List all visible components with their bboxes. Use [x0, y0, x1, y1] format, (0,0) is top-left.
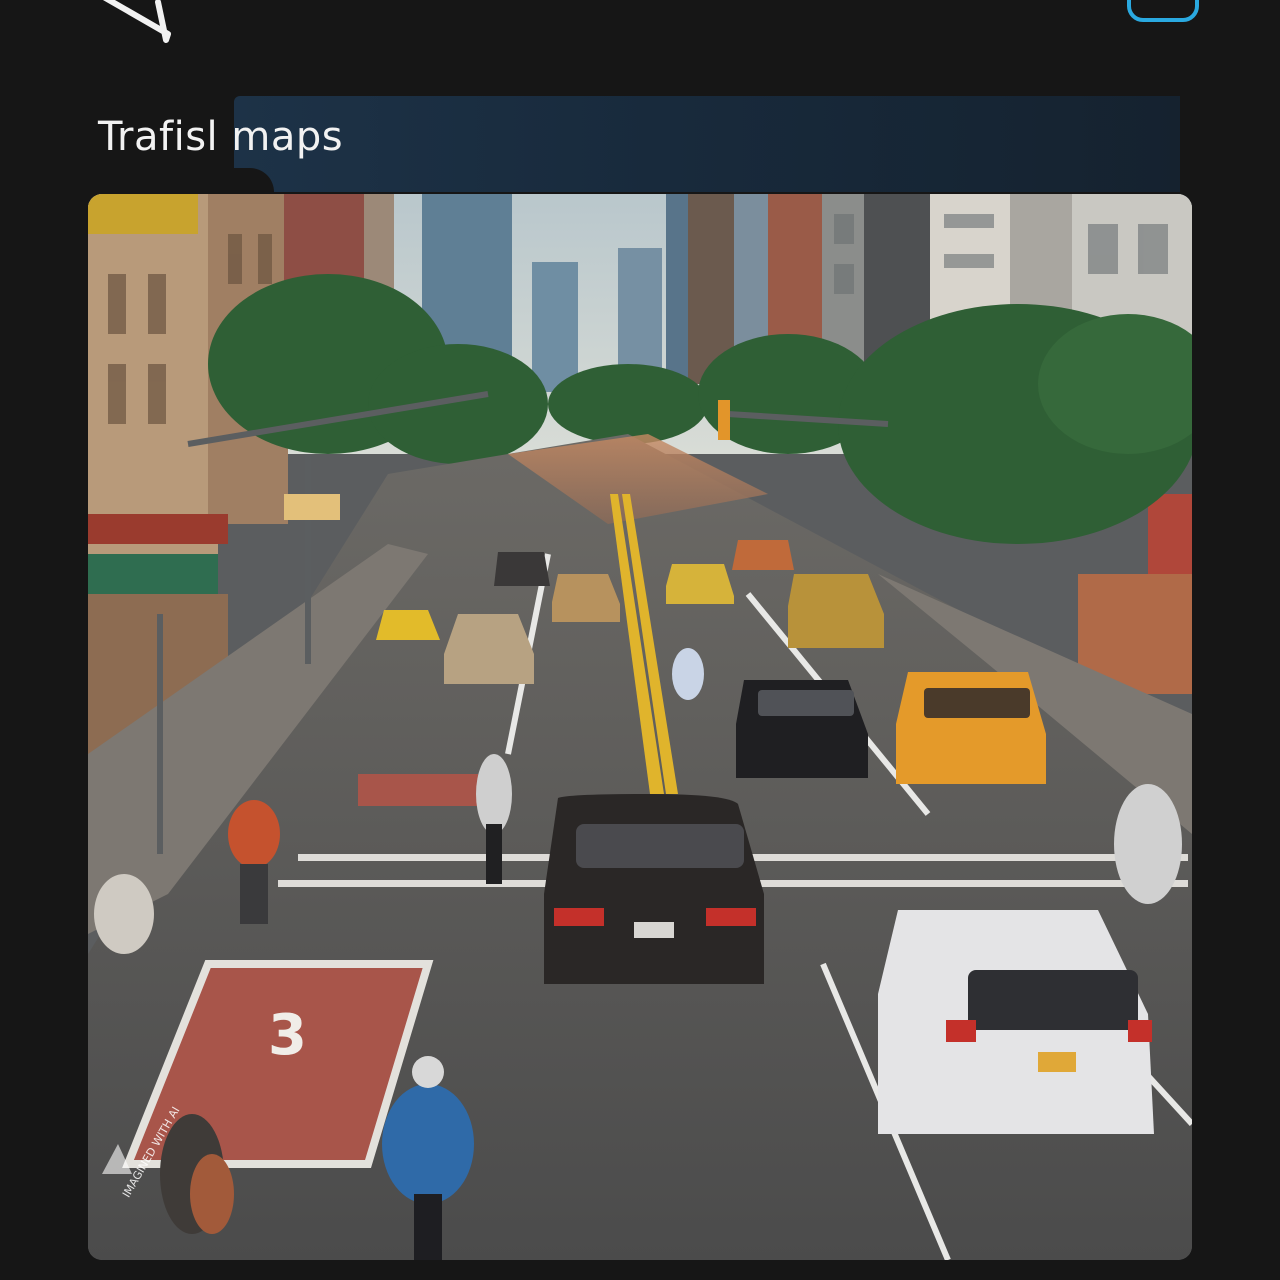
app-screen: Trafisl maps 3 IMAGINED WITH AI [0, 0, 1280, 1280]
page-title: Trafisl maps [98, 114, 344, 160]
share-box-icon[interactable] [1122, 0, 1206, 26]
title-banner [234, 96, 1180, 192]
back-arrow-icon[interactable] [98, 0, 178, 46]
top-bar [0, 0, 1280, 80]
svg-text:3: 3 [268, 1003, 307, 1068]
traffic-street-image[interactable]: 3 IMAGINED WITH AI [88, 194, 1192, 1260]
